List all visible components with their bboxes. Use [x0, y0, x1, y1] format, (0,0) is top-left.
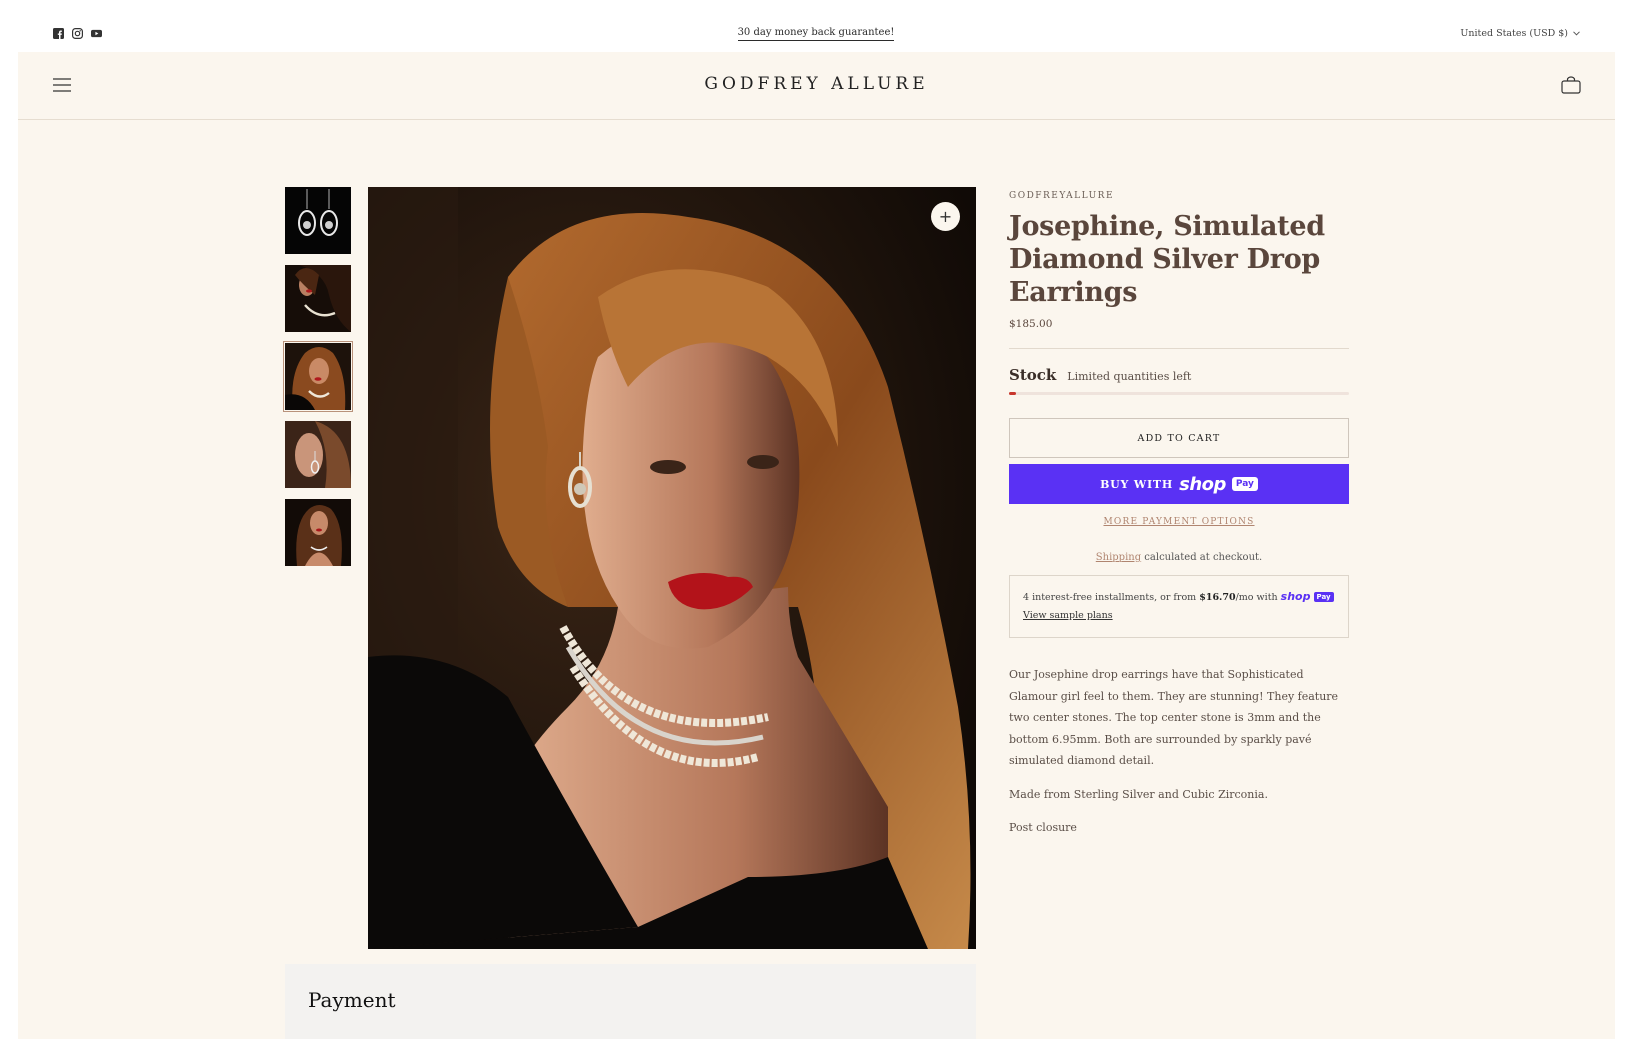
product-vendor[interactable]: GODFREYALLURE — [1009, 191, 1349, 201]
product-info: GODFREYALLURE Josephine, Simulated Diamo… — [1009, 187, 1349, 851]
chevron-down-icon — [1573, 31, 1580, 36]
shopping-bag-icon[interactable] — [1561, 76, 1581, 94]
buy-with-label: BUY WITH — [1100, 477, 1174, 491]
announcement-link[interactable]: 30 day money back guarantee! — [737, 27, 895, 41]
installments-amount: $16.70 — [1199, 592, 1236, 603]
currency-selector[interactable]: United States (USD $) — [1460, 28, 1580, 39]
stock-label: Stock — [1009, 366, 1057, 384]
shop-pay-button[interactable]: BUY WITH shop Pay — [1009, 464, 1349, 504]
product-price: $185.00 — [1009, 318, 1053, 330]
shop-pay-badge: Pay — [1231, 477, 1258, 491]
installments-prefix: 4 interest-free installments, or from — [1023, 592, 1200, 603]
announcement-bar: 30 day money back guarantee! United Stat… — [0, 0, 1632, 52]
installments-box: 4 interest-free installments, or from $1… — [1009, 575, 1349, 638]
shop-pay-inline-badge: Pay — [1313, 592, 1334, 602]
thumbnail-4[interactable] — [285, 421, 351, 488]
stock-text: Limited quantities left — [1067, 370, 1192, 383]
stock-progress-fill — [1009, 392, 1016, 395]
product-title: Josephine, Simulated Diamond Silver Drop… — [1009, 211, 1325, 308]
shop-pay-logo: shop — [1179, 473, 1226, 495]
currency-label: United States (USD $) — [1460, 28, 1568, 39]
description-paragraph: Post closure — [1009, 821, 1077, 834]
thumbnail-2[interactable] — [285, 265, 351, 332]
site-header: GODFREY ALLURE — [18, 52, 1615, 120]
payment-section[interactable]: Payment — [285, 964, 976, 1039]
stock-row: Stock Limited quantities left — [1009, 366, 1349, 384]
product-description: Our Josephine drop earrings have that So… — [1009, 664, 1349, 839]
description-paragraph: Made from Sterling Silver and Cubic Zirc… — [1009, 787, 1268, 801]
thumbnail-1[interactable] — [285, 187, 351, 254]
add-to-cart-label: ADD TO CART — [1137, 432, 1221, 444]
zoom-icon: + — [938, 207, 953, 226]
shipping-link[interactable]: Shipping — [1096, 552, 1141, 563]
main-product-image[interactable]: + — [368, 187, 976, 949]
divider — [1009, 348, 1349, 349]
thumbnail-5[interactable] — [285, 499, 351, 566]
view-sample-plans-link[interactable]: View sample plans — [1023, 610, 1113, 621]
shipping-note: Shipping calculated at checkout. — [1009, 552, 1349, 563]
description-paragraph: Our Josephine drop earrings have that So… — [1009, 668, 1339, 767]
installments-suffix: /mo with — [1235, 592, 1281, 603]
shop-pay-inline-logo: shop — [1280, 590, 1311, 603]
thumbnail-list — [283, 187, 353, 577]
page-container: GODFREY ALLURE + Payment GODFREYALLURE J… — [18, 52, 1615, 1039]
more-payment-options-link[interactable]: MORE PAYMENT OPTIONS — [1009, 517, 1349, 527]
announcement-text[interactable]: 30 day money back guarantee! — [0, 27, 1632, 41]
site-logo[interactable]: GODFREY ALLURE — [18, 74, 1615, 94]
add-to-cart-button[interactable]: ADD TO CART — [1009, 418, 1349, 458]
zoom-button[interactable]: + — [931, 202, 960, 231]
thumbnail-3[interactable] — [283, 341, 353, 412]
stock-progress-bar — [1009, 392, 1349, 395]
payment-title: Payment — [308, 988, 396, 1012]
shipping-note-text: calculated at checkout. — [1141, 552, 1263, 563]
